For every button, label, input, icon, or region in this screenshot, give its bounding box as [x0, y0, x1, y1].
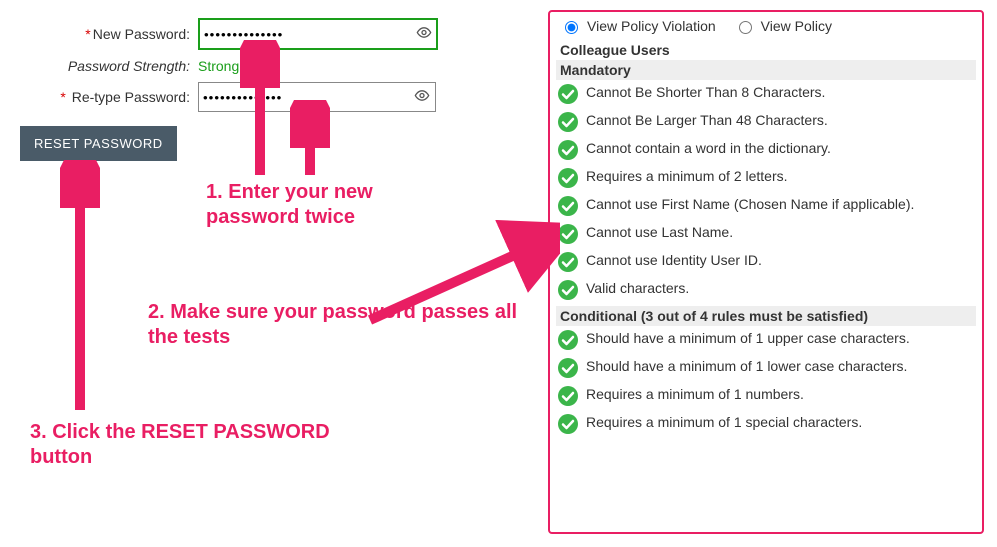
radio-policy-input[interactable]	[739, 21, 752, 34]
check-icon	[558, 168, 578, 188]
rule-item: Valid characters.	[556, 276, 976, 304]
arrow-step2	[360, 220, 560, 340]
rule-item: Cannot use First Name (Chosen Name if ap…	[556, 192, 976, 220]
annotation-step1: 1. Enter your new password twice	[206, 180, 456, 230]
annotation-step2: 2. Make sure your password passes all th…	[148, 300, 518, 350]
check-icon	[558, 84, 578, 104]
annotation-step3: 3. Click the RESET PASSWORD button	[30, 420, 390, 470]
check-icon	[558, 196, 578, 216]
mandatory-list: Cannot Be Shorter Than 8 Characters. Cann…	[556, 80, 976, 304]
rule-text: Cannot use First Name (Chosen Name if ap…	[586, 196, 972, 214]
check-icon	[558, 358, 578, 378]
rule-item: Should have a minimum of 1 upper case ch…	[556, 326, 976, 354]
strength-label: Password Strength:	[20, 58, 190, 74]
check-icon	[558, 224, 578, 244]
check-icon	[558, 414, 578, 434]
new-password-input[interactable]	[198, 18, 438, 50]
check-icon	[558, 280, 578, 300]
rule-item: Should have a minimum of 1 lower case ch…	[556, 354, 976, 382]
rule-text: Should have a minimum of 1 lower case ch…	[586, 358, 972, 376]
eye-icon[interactable]	[414, 88, 430, 107]
rule-text: Valid characters.	[586, 280, 972, 298]
new-password-row: *New Password:	[20, 18, 540, 50]
check-icon	[558, 252, 578, 272]
rule-text: Cannot use Identity User ID.	[586, 252, 972, 270]
rule-text: Cannot use Last Name.	[586, 224, 972, 242]
new-password-wrap	[198, 18, 438, 50]
retype-wrap	[198, 82, 436, 112]
rule-text: Cannot contain a word in the dictionary.	[586, 140, 972, 158]
check-icon	[558, 140, 578, 160]
radio-view-violation[interactable]: View Policy Violation	[560, 18, 716, 34]
rule-item: Cannot use Identity User ID.	[556, 248, 976, 276]
new-password-label: *New Password:	[20, 26, 190, 42]
rule-item: Requires a minimum of 1 special characte…	[556, 410, 976, 438]
mandatory-title: Mandatory	[556, 60, 976, 80]
radio-row: View Policy Violation View Policy	[556, 16, 976, 40]
rule-text: Requires a minimum of 1 special characte…	[586, 414, 972, 432]
conditional-title: Conditional (3 out of 4 rules must be sa…	[556, 306, 976, 326]
rule-item: Cannot Be Shorter Than 8 Characters.	[556, 80, 976, 108]
rule-text: Cannot Be Shorter Than 8 Characters.	[586, 84, 972, 102]
password-form: *New Password: Password Strength: Strong…	[20, 18, 540, 120]
rule-text: Requires a minimum of 1 numbers.	[586, 386, 972, 404]
eye-icon[interactable]	[416, 25, 432, 44]
conditional-list: Should have a minimum of 1 upper case ch…	[556, 326, 976, 438]
rule-item: Cannot Be Larger Than 48 Characters.	[556, 108, 976, 136]
radio-view-policy[interactable]: View Policy	[734, 18, 832, 34]
policy-panel: View Policy Violation View Policy Collea…	[548, 10, 984, 534]
radio-policy-label: View Policy	[761, 18, 832, 34]
arrow-step3	[60, 160, 100, 420]
rule-text: Requires a minimum of 2 letters.	[586, 168, 972, 186]
strength-row: Password Strength: Strong	[20, 58, 540, 74]
rule-item: Requires a minimum of 1 numbers.	[556, 382, 976, 410]
check-icon	[558, 330, 578, 350]
rule-item: Cannot contain a word in the dictionary.	[556, 136, 976, 164]
rule-item: Cannot use Last Name.	[556, 220, 976, 248]
rule-text: Should have a minimum of 1 upper case ch…	[586, 330, 972, 348]
retype-row: * Re-type Password:	[20, 82, 540, 112]
users-title: Colleague Users	[556, 42, 976, 58]
retype-label: * Re-type Password:	[20, 89, 190, 105]
radio-violation-input[interactable]	[565, 21, 578, 34]
retype-password-input[interactable]	[198, 82, 436, 112]
check-icon	[558, 386, 578, 406]
rule-text: Cannot Be Larger Than 48 Characters.	[586, 112, 972, 130]
reset-password-button[interactable]: RESET PASSWORD	[20, 126, 177, 161]
strength-value: Strong	[198, 58, 239, 74]
radio-violation-label: View Policy Violation	[587, 18, 716, 34]
check-icon	[558, 112, 578, 132]
rule-item: Requires a minimum of 2 letters.	[556, 164, 976, 192]
